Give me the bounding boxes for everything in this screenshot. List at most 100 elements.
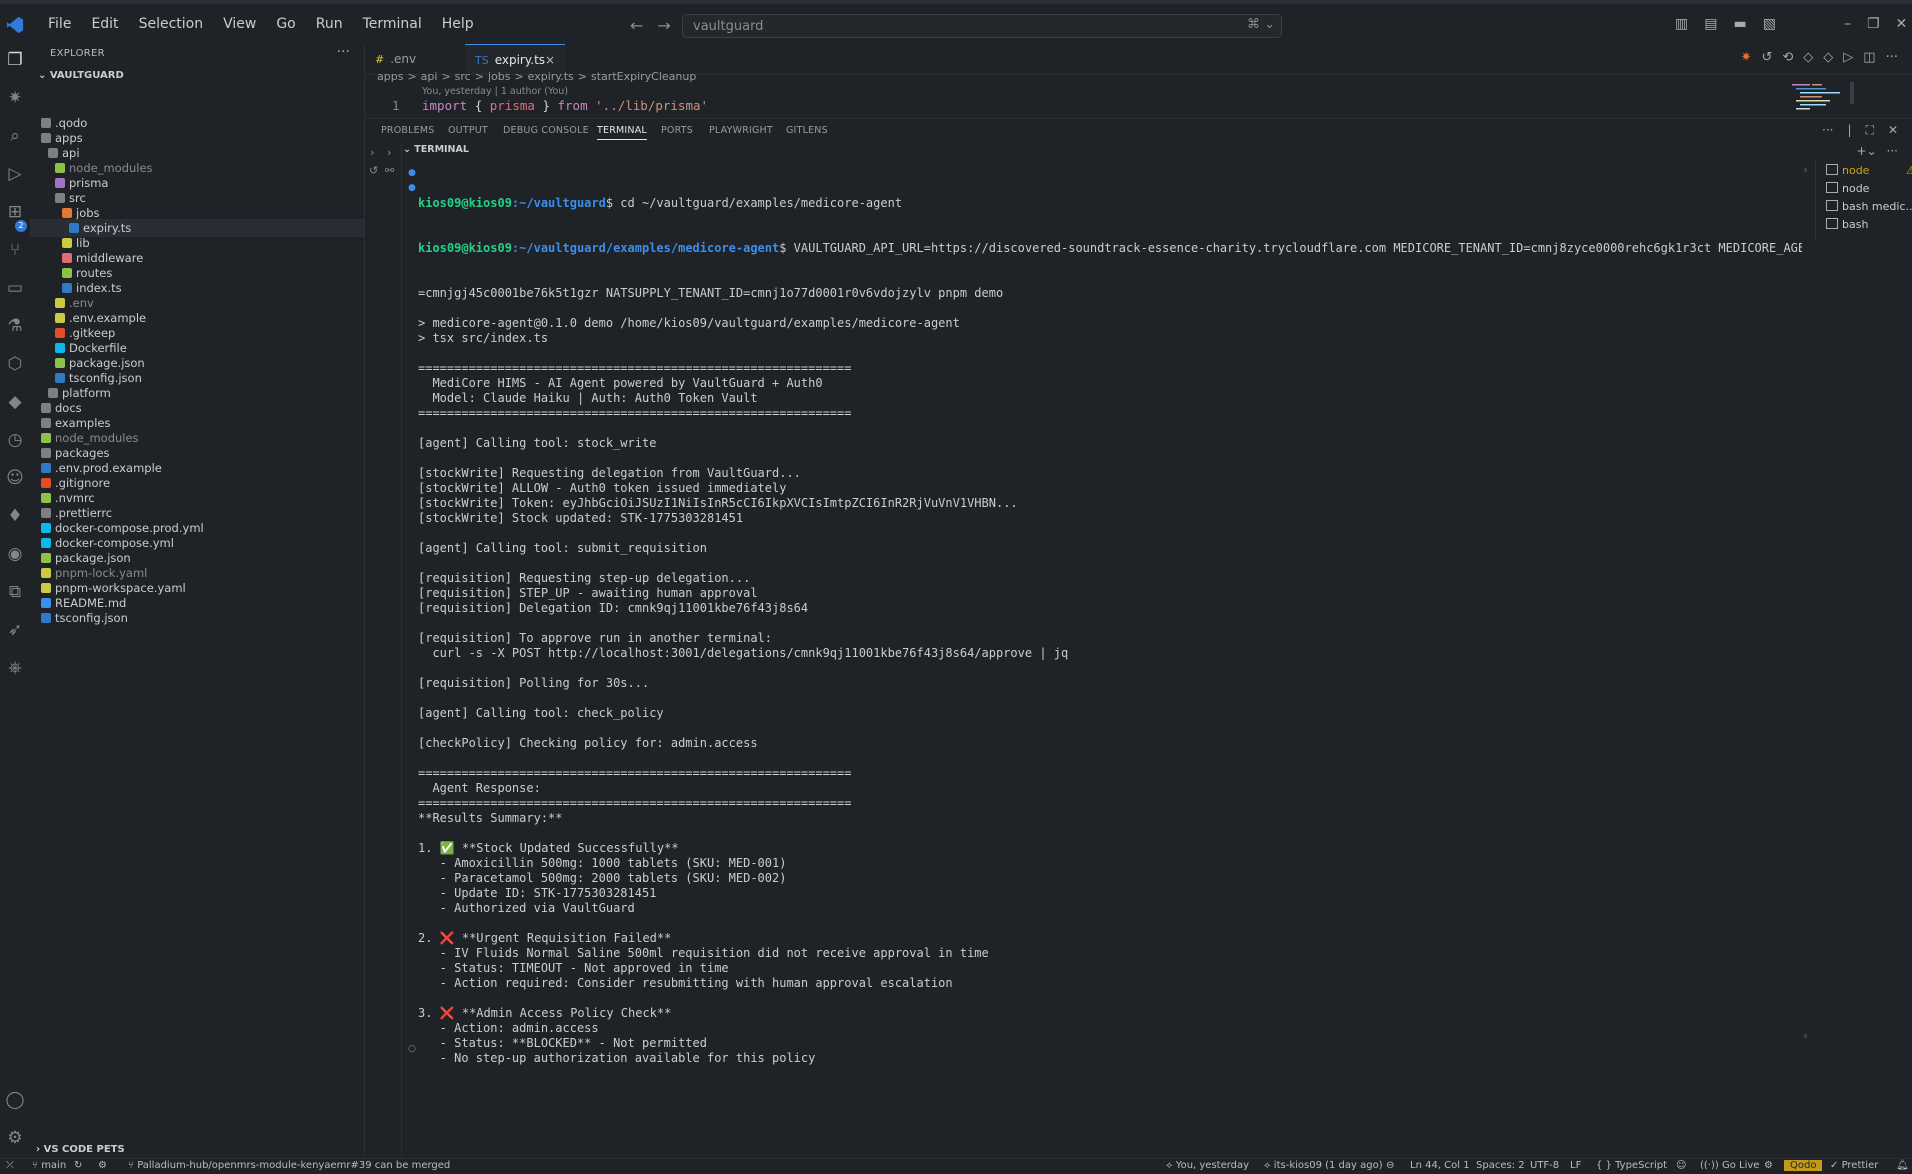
copilot-icon[interactable]: ☺ bbox=[5, 468, 25, 488]
remote-explorer-icon[interactable]: ▭ bbox=[5, 278, 25, 298]
close-window-icon[interactable]: ✕ bbox=[1896, 16, 1908, 32]
debug-icon[interactable]: ⚙ bbox=[98, 1160, 107, 1171]
line-ending[interactable]: LF bbox=[1570, 1160, 1581, 1171]
link-icon[interactable]: ⚯ bbox=[385, 164, 394, 177]
database-icon[interactable]: ⧉ bbox=[5, 582, 25, 602]
menu-item-help[interactable]: Help bbox=[432, 16, 484, 32]
vs-code-pets-section[interactable]: › VS CODE PETS bbox=[36, 1144, 125, 1155]
command-center-search[interactable]: vaultguard ⌘ ⌄ bbox=[682, 14, 1282, 38]
expand-chevron-icon[interactable]: › bbox=[370, 146, 374, 159]
language-mode[interactable]: { } TypeScript bbox=[1596, 1160, 1667, 1171]
tab-terminal[interactable]: TERMINAL bbox=[597, 125, 647, 140]
tab-ports[interactable]: PORTS bbox=[661, 125, 693, 136]
close-panel-icon[interactable]: ✕ bbox=[1888, 123, 1898, 138]
breadcrumb-item[interactable]: startExpiryCleanup bbox=[591, 70, 696, 83]
panel-more-icon[interactable]: ··· bbox=[1822, 123, 1833, 138]
sync-icon[interactable]: ↻ bbox=[74, 1160, 82, 1171]
docker-icon[interactable]: ⬡ bbox=[5, 354, 25, 374]
terminal-list-item[interactable]: bash medic... bbox=[1826, 200, 1912, 213]
codelens-blame[interactable]: You, yesterday | 1 author (You) bbox=[422, 86, 568, 97]
search-icon[interactable]: ⌕ bbox=[5, 126, 25, 146]
history-icon[interactable]: ↺ bbox=[369, 164, 378, 177]
python-icon[interactable]: ◆ bbox=[5, 392, 25, 412]
more-icon[interactable]: ··· bbox=[1886, 50, 1898, 65]
breadcrumb-item[interactable]: apps bbox=[377, 70, 403, 83]
settings-gear-icon[interactable]: ⚙ bbox=[5, 1128, 25, 1148]
new-terminal-icon[interactable]: +⌄ bbox=[1856, 144, 1876, 158]
go-live-button[interactable]: ((·)) Go Live bbox=[1700, 1160, 1759, 1171]
menu-item-view[interactable]: View bbox=[213, 16, 266, 32]
minimize-icon[interactable]: – bbox=[1844, 16, 1851, 32]
next-change-icon[interactable]: ◇ bbox=[1823, 50, 1833, 65]
breadcrumb-item[interactable]: expiry.ts bbox=[528, 70, 574, 83]
account-icon[interactable]: ◯ bbox=[5, 1090, 25, 1110]
branch-indicator[interactable]: ⑂ main bbox=[32, 1160, 66, 1171]
terminal-list-item[interactable]: bash bbox=[1826, 218, 1868, 231]
cursor-position[interactable]: Ln 44, Col 1 bbox=[1410, 1160, 1470, 1171]
customize-layout-icon[interactable]: ▥ bbox=[1675, 16, 1688, 32]
menu-item-selection[interactable]: Selection bbox=[129, 16, 214, 32]
extensions-icon[interactable]: ⊞ bbox=[5, 202, 25, 222]
blame-status[interactable]: ⟡ You, yesterday bbox=[1166, 1160, 1249, 1171]
menu-item-terminal[interactable]: Terminal bbox=[353, 16, 432, 32]
tab-playwright[interactable]: PLAYWRIGHT bbox=[709, 125, 773, 136]
maximize-icon[interactable]: ❐ bbox=[1867, 16, 1880, 32]
toggle-sidebar-icon[interactable]: ▤ bbox=[1704, 16, 1717, 32]
maximize-panel-icon[interactable]: ⛶ bbox=[1866, 123, 1874, 138]
toggle-secondary-sidebar-icon[interactable]: ▧ bbox=[1763, 16, 1776, 32]
postman-icon[interactable]: ➶ bbox=[5, 620, 25, 640]
revert-icon[interactable]: ⟲ bbox=[1782, 50, 1793, 65]
tree-item[interactable]: tsconfig.json bbox=[30, 609, 364, 627]
notifications-icon[interactable]: 🔔︎ bbox=[1896, 1160, 1909, 1171]
breadcrumb-item[interactable]: src bbox=[455, 70, 471, 83]
workspace-root[interactable]: ⌄ VAULTGUARD bbox=[38, 70, 124, 81]
tab-gitlens[interactable]: GITLENS bbox=[786, 125, 828, 136]
timeline-icon[interactable]: ◷ bbox=[5, 430, 25, 450]
terminal-output[interactable]: kios09@kios09:~/vaultguard$ cd ~/vaultgu… bbox=[418, 166, 1802, 1066]
expand-chevron-icon[interactable]: › bbox=[387, 146, 391, 159]
menu-item-run[interactable]: Run bbox=[306, 16, 353, 32]
minimap[interactable] bbox=[1790, 82, 1854, 116]
copilot-status-icon[interactable]: ☺ bbox=[1676, 1160, 1686, 1171]
encoding[interactable]: UTF-8 bbox=[1530, 1160, 1559, 1171]
run-icon[interactable]: ▷ bbox=[1843, 50, 1853, 65]
menu-item-edit[interactable]: Edit bbox=[81, 16, 128, 32]
qodo-status[interactable]: Qodo bbox=[1784, 1160, 1823, 1171]
tab-output[interactable]: OUTPUT bbox=[448, 125, 488, 136]
run-debug-icon[interactable]: ▷ bbox=[5, 164, 25, 184]
mongodb-icon[interactable]: ♦ bbox=[5, 506, 25, 526]
terminal-list-item[interactable]: node ⚠ bbox=[1826, 164, 1912, 177]
pr-status[interactable]: ⑂ Palladium-hub/openmrs-module-kenyaemr#… bbox=[128, 1160, 450, 1171]
tab-problems[interactable]: PROBLEMS bbox=[381, 125, 434, 136]
commit-status[interactable]: ⟡ its-kios09 (1 day ago) bbox=[1264, 1160, 1383, 1171]
zoom-icon[interactable]: ⊖ bbox=[1386, 1160, 1394, 1171]
remote-icon[interactable]: ⤫ bbox=[6, 1160, 14, 1171]
qodo-action-icon[interactable]: ✷ bbox=[1741, 50, 1752, 65]
menu-item-file[interactable]: File bbox=[38, 16, 81, 32]
split-editor-icon[interactable]: ◫ bbox=[1863, 50, 1875, 65]
explorer-icon[interactable]: ❐ bbox=[5, 50, 25, 70]
previous-change-icon[interactable]: ◇ bbox=[1803, 50, 1813, 65]
kubernetes-icon[interactable]: ⎈ bbox=[5, 658, 25, 678]
tab-debug-console[interactable]: DEBUG CONSOLE bbox=[503, 125, 589, 136]
source-control-icon[interactable]: ⑂ bbox=[5, 240, 25, 260]
indentation[interactable]: Spaces: 2 bbox=[1476, 1160, 1525, 1171]
timeline-action-icon[interactable]: ↺ bbox=[1761, 50, 1772, 65]
breadcrumb-item[interactable]: jobs bbox=[488, 70, 511, 83]
extension-star-icon[interactable]: ✷ bbox=[5, 88, 25, 108]
more-actions-icon[interactable]: ··· bbox=[337, 44, 350, 60]
breadcrumb-item[interactable]: api bbox=[421, 70, 438, 83]
terminal-section-header[interactable]: ⌄ TERMINAL bbox=[403, 144, 469, 155]
forward-arrow-icon[interactable]: → bbox=[657, 16, 670, 35]
menu-item-go[interactable]: Go bbox=[266, 16, 305, 32]
prettier-status[interactable]: ✓ Prettier bbox=[1830, 1160, 1878, 1171]
back-arrow-icon[interactable]: ← bbox=[630, 16, 643, 35]
gitlens-icon[interactable]: ◉ bbox=[5, 544, 25, 564]
testing-icon[interactable]: ⚗ bbox=[5, 316, 25, 336]
terminal-list-item[interactable]: node bbox=[1826, 182, 1869, 195]
toggle-panel-icon[interactable]: ▬ bbox=[1733, 16, 1746, 32]
settings-sync-icon[interactable]: ⚙ bbox=[1764, 1160, 1773, 1171]
terminal-more-icon[interactable]: ··· bbox=[1887, 144, 1898, 158]
copilot-icon[interactable]: ⌘ ⌄ bbox=[1247, 17, 1275, 32]
code-line[interactable]: 1 import { prisma } from '../lib/prisma' bbox=[365, 98, 1912, 116]
